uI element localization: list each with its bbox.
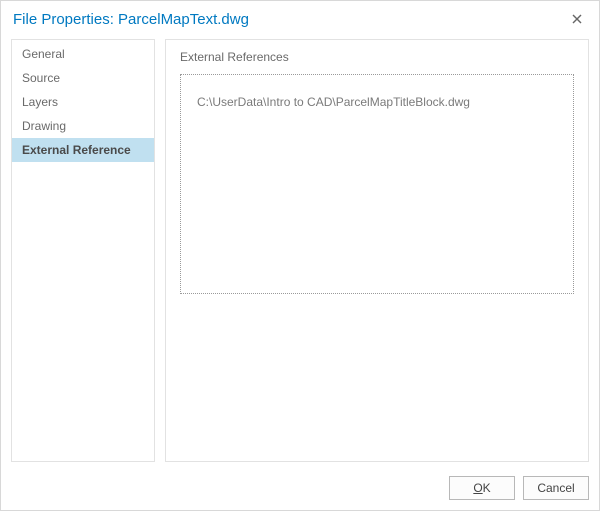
- sidebar-item-label: General: [22, 47, 65, 61]
- dialog-footer: OK Cancel: [1, 468, 599, 510]
- title-prefix: File Properties:: [13, 11, 118, 28]
- ok-rest: K: [483, 481, 491, 495]
- panel-heading: External References: [180, 50, 574, 64]
- close-icon: [572, 14, 582, 24]
- close-button[interactable]: [565, 7, 589, 31]
- content-panel: External References C:\UserData\Intro to…: [165, 39, 589, 462]
- sidebar-item-external-reference[interactable]: External Reference: [12, 138, 154, 162]
- external-reference-path[interactable]: C:\UserData\Intro to CAD\ParcelMapTitleB…: [197, 95, 557, 109]
- sidebar: General Source Layers Drawing External R…: [11, 39, 155, 462]
- external-references-list[interactable]: C:\UserData\Intro to CAD\ParcelMapTitleB…: [180, 74, 574, 294]
- sidebar-item-label: External Reference: [22, 143, 131, 157]
- dialog-title: File Properties: ParcelMapText.dwg: [13, 11, 565, 28]
- sidebar-item-label: Source: [22, 71, 60, 85]
- ok-accelerator: O: [473, 481, 482, 495]
- sidebar-item-general[interactable]: General: [12, 42, 154, 66]
- cancel-button[interactable]: Cancel: [523, 476, 589, 500]
- sidebar-item-layers[interactable]: Layers: [12, 90, 154, 114]
- sidebar-item-drawing[interactable]: Drawing: [12, 114, 154, 138]
- sidebar-item-label: Layers: [22, 95, 58, 109]
- ok-button[interactable]: OK: [449, 476, 515, 500]
- sidebar-item-source[interactable]: Source: [12, 66, 154, 90]
- title-bar: File Properties: ParcelMapText.dwg: [1, 1, 599, 39]
- sidebar-item-label: Drawing: [22, 119, 66, 133]
- title-filename: ParcelMapText.dwg: [118, 11, 249, 28]
- dialog-body: General Source Layers Drawing External R…: [1, 39, 599, 468]
